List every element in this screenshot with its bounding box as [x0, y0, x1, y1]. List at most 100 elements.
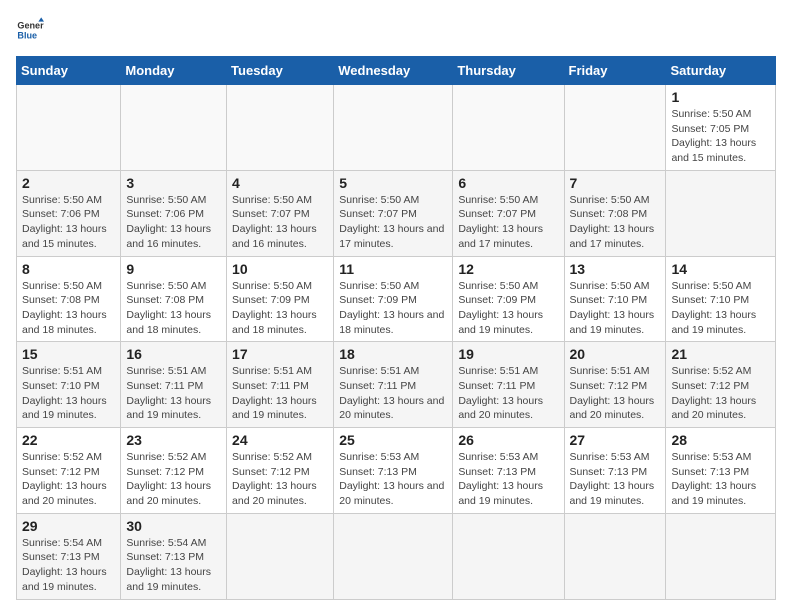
day-cell: 12 Sunrise: 5:50 AMSunset: 7:09 PMDaylig… [453, 256, 564, 342]
day-info: Sunrise: 5:50 AMSunset: 7:07 PMDaylight:… [458, 193, 558, 252]
day-number: 20 [570, 346, 661, 362]
day-info: Sunrise: 5:54 AMSunset: 7:13 PMDaylight:… [22, 536, 115, 595]
logo: General Blue [16, 16, 48, 44]
day-info: Sunrise: 5:50 AMSunset: 7:10 PMDaylight:… [570, 279, 661, 338]
day-cell: 25 Sunrise: 5:53 AMSunset: 7:13 PMDaylig… [334, 428, 453, 514]
day-number: 3 [126, 175, 221, 191]
week-row: 29 Sunrise: 5:54 AMSunset: 7:13 PMDaylig… [17, 513, 776, 599]
col-header-sunday: Sunday [17, 57, 121, 85]
day-number: 30 [126, 518, 221, 534]
day-info: Sunrise: 5:50 AMSunset: 7:09 PMDaylight:… [339, 279, 447, 338]
week-row: 2 Sunrise: 5:50 AMSunset: 7:06 PMDayligh… [17, 170, 776, 256]
calendar-table: SundayMondayTuesdayWednesdayThursdayFrid… [16, 56, 776, 600]
day-number: 18 [339, 346, 447, 362]
day-info: Sunrise: 5:50 AMSunset: 7:08 PMDaylight:… [22, 279, 115, 338]
col-header-thursday: Thursday [453, 57, 564, 85]
day-cell: 4 Sunrise: 5:50 AMSunset: 7:07 PMDayligh… [227, 170, 334, 256]
day-info: Sunrise: 5:53 AMSunset: 7:13 PMDaylight:… [458, 450, 558, 509]
day-number: 17 [232, 346, 328, 362]
day-number: 24 [232, 432, 328, 448]
day-cell: 26 Sunrise: 5:53 AMSunset: 7:13 PMDaylig… [453, 428, 564, 514]
day-info: Sunrise: 5:51 AMSunset: 7:11 PMDaylight:… [126, 364, 221, 423]
day-cell: 3 Sunrise: 5:50 AMSunset: 7:06 PMDayligh… [121, 170, 227, 256]
day-cell [334, 513, 453, 599]
day-cell [453, 513, 564, 599]
day-cell [227, 513, 334, 599]
day-info: Sunrise: 5:54 AMSunset: 7:13 PMDaylight:… [126, 536, 221, 595]
day-cell: 19 Sunrise: 5:51 AMSunset: 7:11 PMDaylig… [453, 342, 564, 428]
day-number: 22 [22, 432, 115, 448]
day-cell: 28 Sunrise: 5:53 AMSunset: 7:13 PMDaylig… [666, 428, 776, 514]
day-info: Sunrise: 5:50 AMSunset: 7:07 PMDaylight:… [339, 193, 447, 252]
day-cell: 15 Sunrise: 5:51 AMSunset: 7:10 PMDaylig… [17, 342, 121, 428]
col-header-friday: Friday [564, 57, 666, 85]
day-info: Sunrise: 5:50 AMSunset: 7:08 PMDaylight:… [570, 193, 661, 252]
day-cell: 10 Sunrise: 5:50 AMSunset: 7:09 PMDaylig… [227, 256, 334, 342]
day-cell: 8 Sunrise: 5:50 AMSunset: 7:08 PMDayligh… [17, 256, 121, 342]
day-number: 13 [570, 261, 661, 277]
day-cell: 13 Sunrise: 5:50 AMSunset: 7:10 PMDaylig… [564, 256, 666, 342]
day-cell: 22 Sunrise: 5:52 AMSunset: 7:12 PMDaylig… [17, 428, 121, 514]
empty-cell [453, 85, 564, 171]
header-row: SundayMondayTuesdayWednesdayThursdayFrid… [17, 57, 776, 85]
day-cell: 1 Sunrise: 5:50 AMSunset: 7:05 PMDayligh… [666, 85, 776, 171]
day-number: 5 [339, 175, 447, 191]
day-cell: 9 Sunrise: 5:50 AMSunset: 7:08 PMDayligh… [121, 256, 227, 342]
day-cell: 6 Sunrise: 5:50 AMSunset: 7:07 PMDayligh… [453, 170, 564, 256]
day-number: 28 [671, 432, 770, 448]
day-info: Sunrise: 5:52 AMSunset: 7:12 PMDaylight:… [671, 364, 770, 423]
day-cell [564, 513, 666, 599]
day-cell: 16 Sunrise: 5:51 AMSunset: 7:11 PMDaylig… [121, 342, 227, 428]
week-row: 22 Sunrise: 5:52 AMSunset: 7:12 PMDaylig… [17, 428, 776, 514]
day-number: 9 [126, 261, 221, 277]
day-cell: 11 Sunrise: 5:50 AMSunset: 7:09 PMDaylig… [334, 256, 453, 342]
day-number: 4 [232, 175, 328, 191]
day-cell [666, 513, 776, 599]
week-row: 15 Sunrise: 5:51 AMSunset: 7:10 PMDaylig… [17, 342, 776, 428]
day-cell: 20 Sunrise: 5:51 AMSunset: 7:12 PMDaylig… [564, 342, 666, 428]
svg-text:General: General [17, 21, 44, 31]
empty-cell [121, 85, 227, 171]
day-cell: 14 Sunrise: 5:50 AMSunset: 7:10 PMDaylig… [666, 256, 776, 342]
day-info: Sunrise: 5:51 AMSunset: 7:12 PMDaylight:… [570, 364, 661, 423]
day-info: Sunrise: 5:51 AMSunset: 7:11 PMDaylight:… [339, 364, 447, 423]
empty-cell [564, 85, 666, 171]
logo-icon: General Blue [16, 16, 44, 44]
col-header-saturday: Saturday [666, 57, 776, 85]
day-number: 7 [570, 175, 661, 191]
day-number: 25 [339, 432, 447, 448]
empty-cell [17, 85, 121, 171]
day-number: 15 [22, 346, 115, 362]
col-header-wednesday: Wednesday [334, 57, 453, 85]
week-row: 8 Sunrise: 5:50 AMSunset: 7:08 PMDayligh… [17, 256, 776, 342]
day-number: 14 [671, 261, 770, 277]
empty-cell [334, 85, 453, 171]
day-info: Sunrise: 5:50 AMSunset: 7:07 PMDaylight:… [232, 193, 328, 252]
day-info: Sunrise: 5:50 AMSunset: 7:08 PMDaylight:… [126, 279, 221, 338]
day-number: 19 [458, 346, 558, 362]
col-header-tuesday: Tuesday [227, 57, 334, 85]
empty-cell [227, 85, 334, 171]
day-cell: 5 Sunrise: 5:50 AMSunset: 7:07 PMDayligh… [334, 170, 453, 256]
day-cell: 30 Sunrise: 5:54 AMSunset: 7:13 PMDaylig… [121, 513, 227, 599]
day-info: Sunrise: 5:50 AMSunset: 7:06 PMDaylight:… [22, 193, 115, 252]
day-cell: 18 Sunrise: 5:51 AMSunset: 7:11 PMDaylig… [334, 342, 453, 428]
day-cell [666, 170, 776, 256]
day-info: Sunrise: 5:51 AMSunset: 7:11 PMDaylight:… [232, 364, 328, 423]
day-cell: 7 Sunrise: 5:50 AMSunset: 7:08 PMDayligh… [564, 170, 666, 256]
day-number: 21 [671, 346, 770, 362]
day-info: Sunrise: 5:52 AMSunset: 7:12 PMDaylight:… [232, 450, 328, 509]
day-cell: 17 Sunrise: 5:51 AMSunset: 7:11 PMDaylig… [227, 342, 334, 428]
day-number: 16 [126, 346, 221, 362]
day-info: Sunrise: 5:53 AMSunset: 7:13 PMDaylight:… [671, 450, 770, 509]
day-info: Sunrise: 5:50 AMSunset: 7:10 PMDaylight:… [671, 279, 770, 338]
day-number: 11 [339, 261, 447, 277]
day-number: 23 [126, 432, 221, 448]
day-info: Sunrise: 5:52 AMSunset: 7:12 PMDaylight:… [126, 450, 221, 509]
day-info: Sunrise: 5:50 AMSunset: 7:05 PMDaylight:… [671, 107, 770, 166]
week-row: 1 Sunrise: 5:50 AMSunset: 7:05 PMDayligh… [17, 85, 776, 171]
day-info: Sunrise: 5:51 AMSunset: 7:11 PMDaylight:… [458, 364, 558, 423]
day-info: Sunrise: 5:53 AMSunset: 7:13 PMDaylight:… [570, 450, 661, 509]
header: General Blue [16, 16, 776, 44]
day-number: 12 [458, 261, 558, 277]
